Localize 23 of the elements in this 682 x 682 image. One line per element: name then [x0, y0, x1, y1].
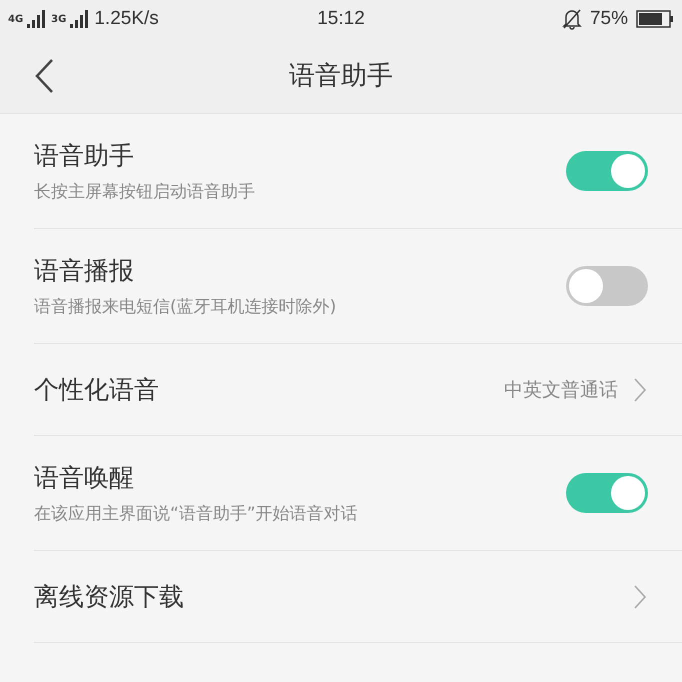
setting-title: 个性化语音 [34, 374, 159, 406]
signal-label: 3G [51, 14, 66, 25]
signal-label: 4G [8, 14, 24, 25]
chevron-icon[interactable] [634, 584, 646, 608]
setting-title: 语音助手 [34, 140, 135, 172]
page-title: 语音助手 [289, 60, 393, 93]
setting-description: 在该应用主界面说“语音助手”开始语音对话 [34, 503, 358, 525]
toggle-switch[interactable] [566, 473, 648, 513]
back-icon[interactable] [34, 58, 54, 94]
battery-percent: 75% [590, 8, 628, 30]
network-speed: 1.25K/s [94, 8, 159, 30]
setting-title: 语音播报 [34, 255, 135, 287]
toggle-switch[interactable] [566, 266, 648, 306]
setting-title: 语音唤醒 [34, 462, 135, 494]
toggle-switch[interactable] [566, 151, 648, 191]
setting-description: 长按主屏幕按钮启动语音助手 [34, 181, 255, 203]
muted-bell-icon [562, 8, 582, 30]
setting-value: 中英文普通话 [504, 378, 618, 402]
battery-icon [636, 10, 674, 28]
setting-description: 语音播报来电短信(蓝牙耳机连接时除外) [34, 296, 336, 318]
chevron-icon[interactable] [634, 378, 646, 402]
setting-title: 离线资源下载 [34, 581, 184, 613]
clock: 15:12 [317, 8, 365, 30]
